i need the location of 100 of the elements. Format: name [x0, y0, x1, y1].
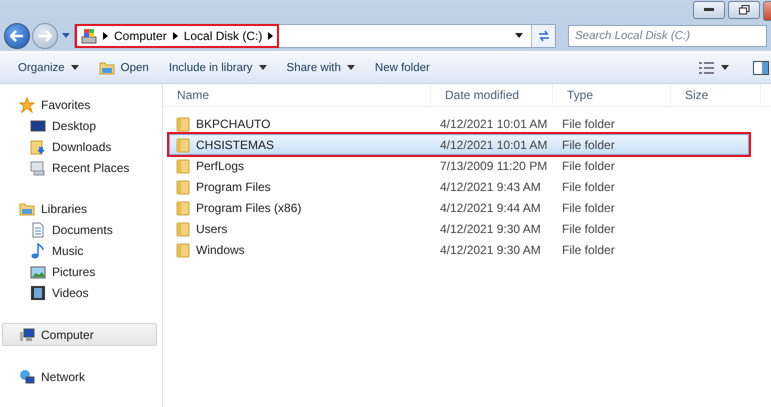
column-header[interactable]: Size — [671, 84, 761, 106]
folder-icon — [176, 220, 190, 236]
folder-icon — [176, 116, 190, 132]
nav-label: Desktop — [52, 118, 96, 132]
file-type: File folder — [561, 200, 616, 214]
file-name: Users — [196, 222, 228, 236]
nav-label: Favorites — [41, 98, 90, 112]
folder-arrow-icon — [30, 138, 46, 154]
file-name: CHSISTEMAS — [196, 138, 274, 152]
nav-item[interactable]: Documents — [0, 219, 162, 240]
file-row[interactable]: Program Files 4/12/2021 9:43 AM File folder — [169, 176, 749, 197]
monitor-icon — [30, 118, 46, 134]
folder-icon — [176, 158, 190, 174]
recent-places-icon — [30, 160, 46, 176]
folder-icon — [176, 178, 190, 194]
toolbar-button[interactable]: New folder — [364, 58, 440, 77]
document-icon — [30, 222, 46, 238]
date-modified: 4/12/2021 10:01 AM — [439, 116, 548, 130]
file-name: Program Files (x86) — [196, 200, 302, 214]
folder-icon — [176, 200, 190, 216]
file-row[interactable]: Users 4/12/2021 9:30 AM File folder — [169, 218, 749, 239]
landscape-picture-icon — [30, 264, 46, 280]
nav-item[interactable]: Videos — [0, 282, 162, 303]
computer-icon — [19, 326, 35, 342]
preview-pane-icon — [753, 60, 769, 75]
file-row[interactable]: Program Files (x86) 4/12/2021 9:44 AM File folder — [169, 197, 749, 218]
nav-item[interactable]: Recent Places — [0, 157, 162, 178]
nav-item[interactable]: Music — [0, 240, 162, 261]
library-folder-icon — [19, 200, 35, 216]
folder-icon — [98, 60, 115, 75]
network-globe-icon — [19, 368, 35, 384]
folder-icon — [176, 242, 190, 258]
star-icon — [19, 96, 35, 112]
file-name: Windows — [196, 242, 245, 256]
chevron-icon[interactable] — [268, 32, 274, 40]
nav-label: Videos — [52, 286, 88, 300]
date-modified: 4/12/2021 10:01 AM — [439, 138, 548, 152]
back-button[interactable] — [4, 22, 30, 49]
film-strip-icon — [30, 284, 46, 300]
nav-item[interactable]: Favorites — [0, 94, 162, 115]
date-modified: 4/12/2021 9:30 AM — [439, 242, 542, 256]
nav-label: Documents — [52, 222, 113, 236]
nav-item[interactable]: Libraries — [0, 198, 162, 219]
caret-icon — [346, 65, 355, 70]
music-note-icon — [30, 242, 46, 258]
file-type: File folder — [561, 180, 616, 194]
nav-item[interactable]: Computer — [2, 323, 157, 346]
toolbar-button[interactable]: Share with — [276, 58, 365, 77]
file-row[interactable]: CHSISTEMAS 4/12/2021 10:01 AM File folder — [169, 134, 749, 155]
file-type: File folder — [561, 242, 616, 256]
refresh-icon — [536, 30, 550, 42]
details-view-icon — [699, 62, 715, 74]
restore-button[interactable] — [728, 0, 760, 19]
forward-arrow-icon — [38, 30, 52, 42]
caret-icon — [721, 65, 729, 70]
chevron-icon[interactable] — [103, 32, 108, 40]
nav-label: Libraries — [41, 202, 88, 216]
file-type: File folder — [561, 138, 616, 152]
back-arrow-icon — [10, 30, 24, 42]
restore-icon — [738, 4, 750, 15]
date-modified: 4/12/2021 9:43 AM — [439, 180, 542, 194]
nav-item[interactable]: Desktop — [0, 115, 162, 136]
chevron-icon[interactable] — [172, 32, 178, 40]
file-name: Program Files — [196, 180, 271, 194]
toolbar-button[interactable]: Open — [88, 58, 159, 78]
date-modified: 7/13/2009 11:20 PM — [439, 158, 548, 172]
column-header[interactable]: Date modified — [431, 84, 553, 106]
caret-icon — [70, 65, 79, 70]
forward-button[interactable] — [32, 22, 58, 49]
refresh-button[interactable] — [531, 24, 555, 47]
file-name: BKPCHAUTO — [196, 116, 270, 130]
nav-item[interactable]: Network — [0, 366, 162, 387]
column-header[interactable]: Type — [553, 84, 671, 106]
file-row[interactable]: Windows 4/12/2021 9:30 AM File folder — [169, 239, 749, 260]
minimize-button[interactable] — [693, 0, 725, 19]
file-name: PerfLogs — [196, 158, 244, 172]
nav-item[interactable]: Downloads — [0, 136, 162, 157]
nav-label: Pictures — [52, 264, 96, 278]
breadcrumb[interactable]: Local Disk (C:) — [184, 28, 262, 43]
drive-icon — [81, 28, 97, 44]
date-modified: 4/12/2021 9:30 AM — [439, 222, 542, 236]
toolbar-button[interactable]: Organize — [8, 58, 89, 77]
date-modified: 4/12/2021 9:44 AM — [439, 200, 542, 214]
nav-item[interactable]: Pictures — [0, 261, 162, 282]
toolbar-button[interactable]: Include in library — [158, 58, 277, 77]
search-field[interactable]: Search Local Disk (C:) — [568, 24, 767, 47]
file-row[interactable]: BKPCHAUTO 4/12/2021 10:01 AM File folder — [169, 113, 749, 134]
file-row[interactable]: PerfLogs 7/13/2009 11:20 PM File folder — [169, 155, 749, 176]
nav-label: Downloads — [52, 140, 112, 154]
breadcrumb[interactable]: Computer — [114, 28, 167, 43]
caret-icon — [258, 65, 267, 70]
nav-label: Music — [52, 244, 84, 258]
dropdown-arrow-icon[interactable] — [515, 33, 523, 38]
column-header[interactable]: Name — [163, 84, 431, 106]
file-type: File folder — [561, 222, 616, 236]
file-type: File folder — [561, 116, 616, 130]
nav-label: Computer — [41, 328, 94, 342]
folder-icon — [176, 136, 190, 152]
nav-label: Recent Places — [52, 160, 130, 174]
address-bar[interactable]: Computer Local Disk (C:) — [74, 24, 556, 48]
